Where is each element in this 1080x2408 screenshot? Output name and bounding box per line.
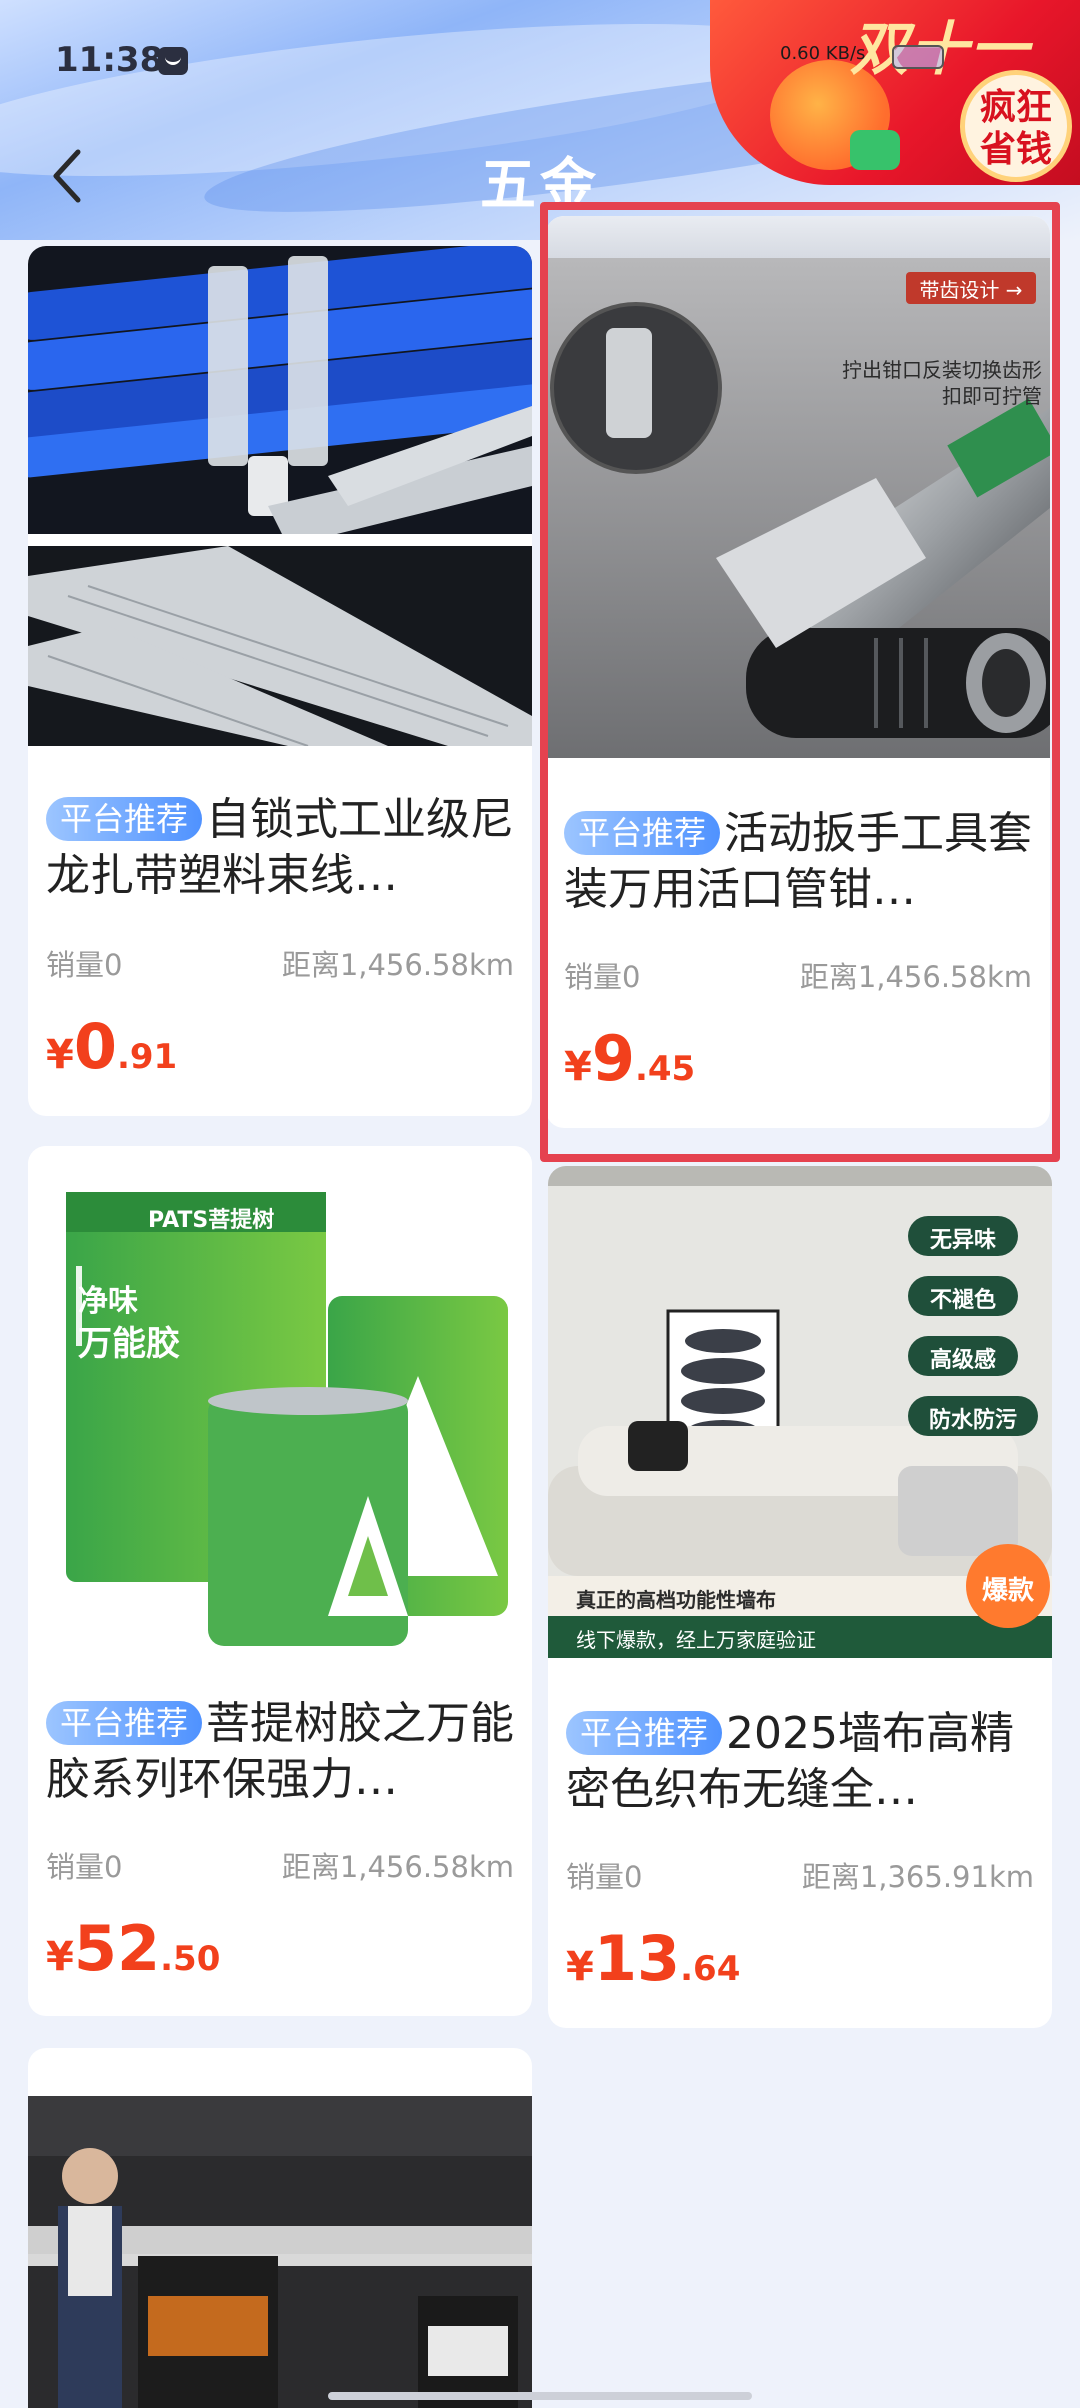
feature-badge: 防水防污 xyxy=(928,1408,1017,1433)
product-card[interactable]: 无异味 不褪色 高级感 防水防污 真正的高档功能性墙布 线下爆款，经上万家庭验证… xyxy=(548,1166,1052,2028)
image-brand: PATS菩提树 xyxy=(148,1208,275,1233)
price-symbol: ¥ xyxy=(566,1944,594,1990)
sales-count: 销量0 xyxy=(564,960,641,994)
price-decimal: .91 xyxy=(116,1037,178,1077)
price-integer: 52 xyxy=(73,1912,161,1985)
feature-badge: 无异味 xyxy=(929,1228,996,1253)
price: ¥0.91 xyxy=(46,1010,177,1083)
product-title: 平台推荐 菩提树胶之万能胶系列环保强力… xyxy=(46,1696,514,1808)
distance: 距离1,456.58km xyxy=(281,948,514,982)
feature-badge: 高级感 xyxy=(929,1348,996,1373)
product-card[interactable]: PATS菩提树 净味 万能胶 平台推荐 菩提树胶之万能胶系列环保强力… 销量0 距… xyxy=(28,1146,532,2016)
battery-icon xyxy=(892,45,945,69)
price: ¥9.45 xyxy=(564,1022,695,1095)
price-symbol: ¥ xyxy=(564,1044,592,1090)
network-speed: 0.60 KB/s xyxy=(780,43,866,64)
price-decimal: .45 xyxy=(634,1049,696,1089)
price-integer: 9 xyxy=(591,1022,635,1095)
sales-count: 销量0 xyxy=(566,1860,643,1894)
image-caption: 线下爆款，经上万家庭验证 xyxy=(576,1628,816,1652)
product-title: 平台推荐 活动扳手工具套装万用活口管钳… xyxy=(564,806,1032,918)
image-product-line2: 万能胶 xyxy=(78,1324,180,1364)
status-time: 11:38 xyxy=(55,40,164,80)
price-symbol: ¥ xyxy=(46,1934,74,1980)
platform-recommend-tag: 平台推荐 xyxy=(46,797,203,841)
sales-count: 销量0 xyxy=(46,1850,123,1884)
platform-recommend-tag: 平台推荐 xyxy=(46,1701,203,1745)
price-integer: 0 xyxy=(73,1010,117,1083)
image-product-line1: 净味 xyxy=(78,1284,138,1319)
feature-badge: 不褪色 xyxy=(929,1288,996,1313)
image-caption: 真正的高档功能性墙布 xyxy=(576,1588,776,1612)
image-desc-line1: 拧出钳口反装切换齿形 xyxy=(842,358,1042,382)
product-card[interactable] xyxy=(28,2048,532,2408)
product-title: 平台推荐 自锁式工业级尼龙扎带塑料束线… xyxy=(46,792,514,904)
image-top-strip xyxy=(546,216,1050,258)
product-image xyxy=(28,2096,532,2408)
product-card[interactable]: 带齿设计 → 拧出钳口反装切换齿形 扣即可拧管 平台推荐 活动扳手工具套装万用活口… xyxy=(546,216,1050,1128)
price-decimal: .64 xyxy=(680,1949,741,1989)
product-image: 带齿设计 → 拧出钳口反装切换齿形 扣即可拧管 xyxy=(546,258,1050,758)
status-icons: 0.60 KB/s xyxy=(780,43,945,70)
image-label: 带齿设计 → xyxy=(919,278,1023,302)
image-desc-line2: 扣即可拧管 xyxy=(942,384,1042,408)
price-decimal: .50 xyxy=(160,1939,221,1979)
product-image: 无异味 不褪色 高级感 防水防污 真正的高档功能性墙布 线下爆款，经上万家庭验证… xyxy=(548,1166,1052,1658)
platform-recommend-tag: 平台推荐 xyxy=(564,811,721,855)
hot-badge: 爆款 xyxy=(981,1576,1034,1606)
sales-count: 销量0 xyxy=(46,948,123,982)
product-image: PATS菩提树 净味 万能胶 xyxy=(28,1146,532,1676)
distance: 距离1,456.58km xyxy=(799,960,1032,994)
page-title: 五金 xyxy=(480,153,600,218)
distance: 距离1,456.58km xyxy=(281,1850,514,1884)
message-notification-icon xyxy=(158,47,188,75)
product-title: 平台推荐 2025墙布高精密色织布无缝全… xyxy=(566,1706,1034,1818)
product-card[interactable]: 平台推荐 自锁式工业级尼龙扎带塑料束线… 销量0 距离1,456.58km ¥0.… xyxy=(28,246,532,1116)
product-image xyxy=(28,246,532,746)
distance: 距离1,365.91km xyxy=(801,1860,1034,1894)
price-symbol: ¥ xyxy=(46,1032,74,1078)
home-indicator[interactable] xyxy=(328,2392,752,2400)
platform-recommend-tag: 平台推荐 xyxy=(566,1711,723,1755)
price: ¥13.64 xyxy=(566,1922,740,1995)
price: ¥52.50 xyxy=(46,1912,220,1985)
price-integer: 13 xyxy=(593,1922,681,1995)
